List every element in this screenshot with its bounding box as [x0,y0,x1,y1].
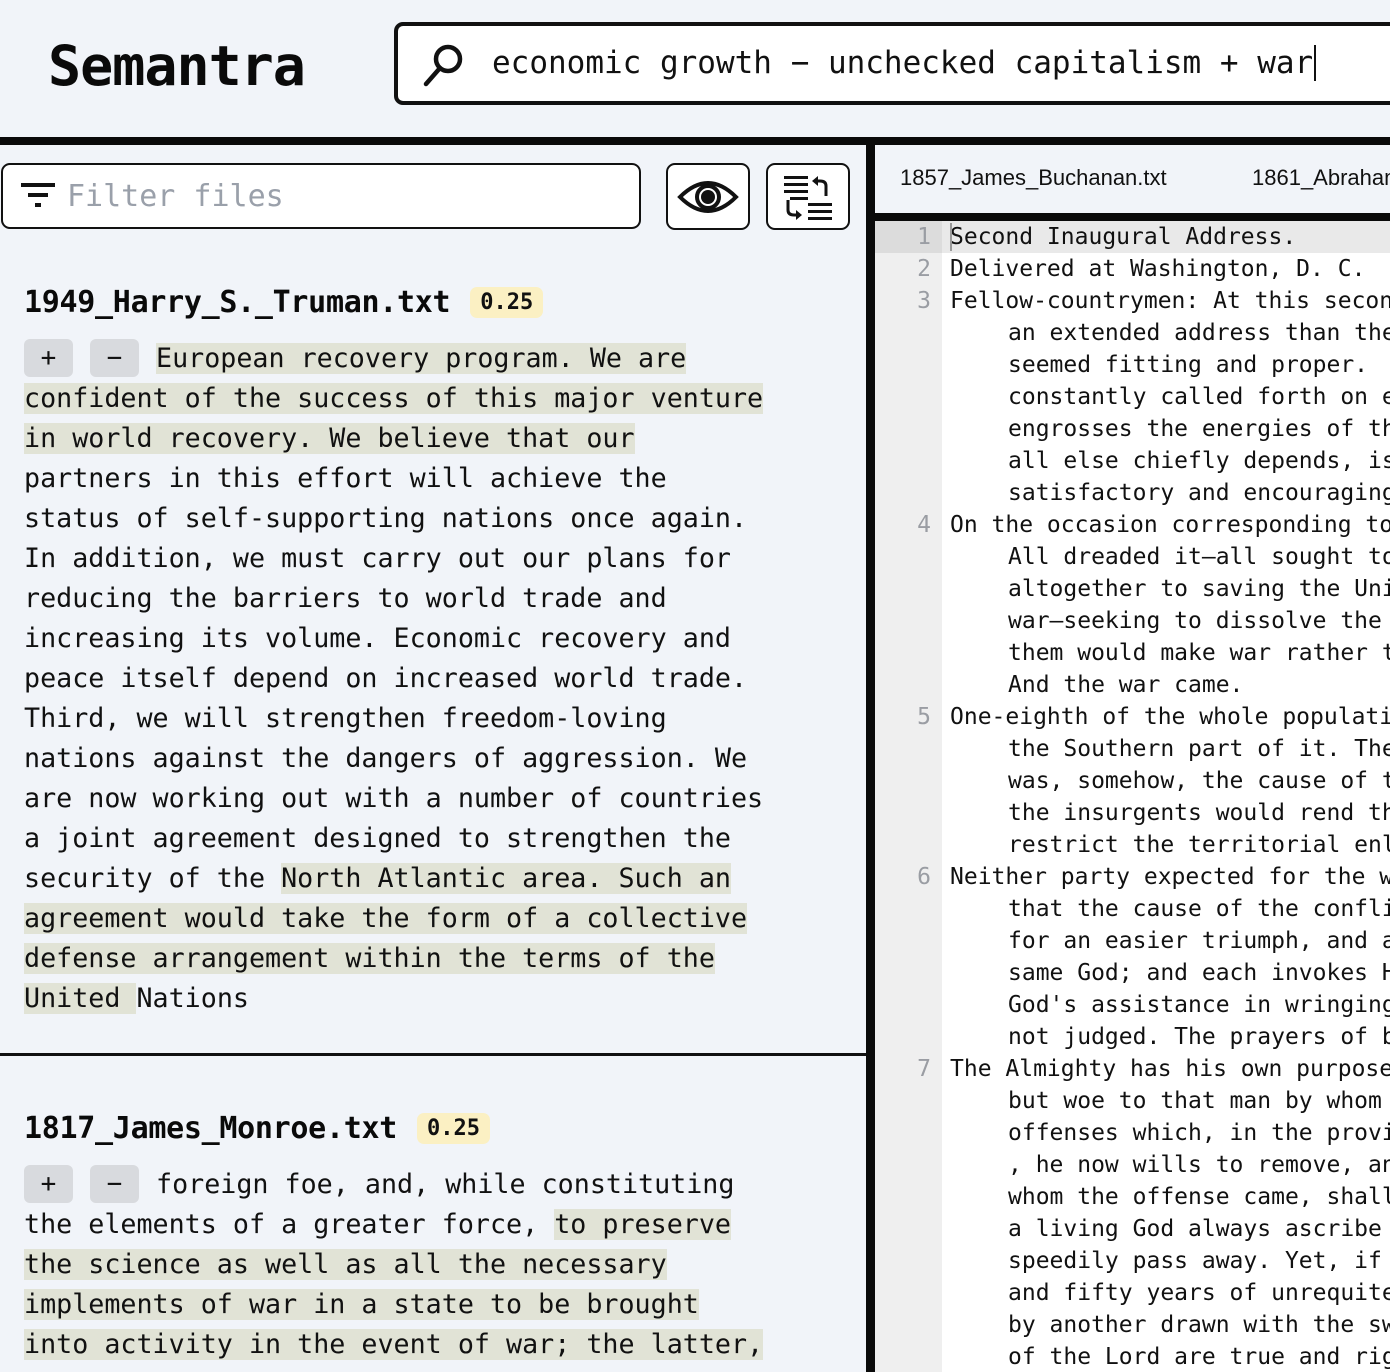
document-line-text: that the cause of the conflict might cea… [1008,896,1390,922]
document-line-text: Delivered at Washington, D. C. [950,256,1366,282]
document-line-text: Second Inaugural Address. [950,224,1297,250]
swap-lines-icon [784,175,832,220]
line-number: 2 [917,256,931,282]
file-tabs: 1857_James_Buchanan.txt 1861_Abraham_Lin… [875,145,1390,213]
document-line-text: engrosses the energies of the nation [1008,416,1390,442]
search-query: economic growth − unchecked capitalism +… [492,45,1314,81]
document-line-text: them would make war rather than let the … [1008,640,1390,666]
result-passage[interactable]: + − foreign foe, and, while constituting t… [24,1165,834,1365]
document-viewer[interactable]: 1 Second Inaugural Address. 2 Delivered at … [875,221,1390,1372]
document-line-text: of the Lord are true and righteous altog… [1008,1344,1390,1370]
document-line-text: seemed fitting and proper. [1008,352,1369,378]
result-passage[interactable]: + − European recovery program. We are conf… [24,339,834,1019]
header-divider [0,137,1390,145]
line-number: 3 [917,288,931,314]
line-number: 7 [917,1056,931,1082]
app-logo: Semantra [48,34,306,98]
document-line-text: God's assistance in wringing their bread [1008,992,1390,1018]
document-line-text: The Almighty has his own purposes. [950,1056,1390,1082]
swap-order-button[interactable] [766,163,850,230]
document-line-text: not judged. The prayers of both could no… [1008,1024,1390,1050]
result-header: 1949_Harry_S._Truman.txt 0.25 [24,267,544,337]
document-line-text: On the occasion corresponding to this fo… [950,512,1390,538]
line-number-gutter [875,221,942,1372]
document-line-text: , he now wills to remove, and that He gi… [1008,1152,1390,1178]
editor-cursor [950,223,952,251]
document-line-text: was, somehow, the cause of the war. [1008,768,1390,794]
document-line-text: speedily pass away. Yet, if God wills th… [1008,1248,1382,1274]
search-box[interactable]: economic growth − unchecked capitalism +… [394,22,1390,105]
preview-toggle-button[interactable] [666,163,750,230]
document-line-text: but woe to that man by whom the offense … [1008,1088,1382,1114]
document-panel: 1857_James_Buchanan.txt 1861_Abraham_Lin… [875,145,1390,1372]
result-filename[interactable]: 1949_Harry_S._Truman.txt [24,285,451,320]
document-line-text: offenses which, in the providence of God… [1008,1120,1390,1146]
result-divider [0,1053,866,1056]
results-panel: 1949_Harry_S._Truman.txt 0.25 +−European… [0,145,866,1372]
document-line-text: a living God always ascribe to Him? [1008,1216,1382,1242]
document-line-text: and fifty years of unrequited toil shall… [1008,1280,1390,1306]
search-icon [423,44,463,87]
document-line-text: Neither party expected for the war the m… [950,864,1390,890]
eye-icon [677,180,739,213]
document-line-text: all else chiefly depends, is as well kno… [1008,448,1390,474]
expand-plus-button[interactable]: + [24,1165,73,1203]
document-line-text: the insurgents would rend the Union [1008,800,1390,826]
document-line-text: the Southern part of it. These slaves co… [1008,736,1390,762]
document-line-text: whom the offense came, shall we discern … [1008,1184,1390,1210]
expand-plus-button[interactable]: + [24,339,73,377]
document-line-text: by another drawn with the sword [1008,1312,1390,1338]
filter-box[interactable] [1,163,641,229]
tab-file[interactable]: 1857_James_Buchanan.txt [900,165,1167,191]
document-line-text: And the war came. [1008,672,1244,698]
search-input[interactable]: economic growth − unchecked capitalism +… [492,26,1317,101]
document-line-text: One-eighth of the whole population were … [950,704,1390,730]
app-header: Semantra economic growth − unchecked cap… [0,0,1390,138]
document-line-text: war—seeking to dissolve the Union [1008,608,1382,634]
document-line-text: same God; and each invokes His aid again… [1008,960,1390,986]
filter-files-input[interactable] [67,169,627,223]
tabs-divider [875,213,1390,221]
tab-file[interactable]: 1861_Abraham_Lincoln.txt [1252,165,1390,191]
document-line-text: All dreaded it—all sought to avert it. [1008,544,1390,570]
text-caret [1314,44,1317,81]
document-line-text: satisfactory and encouraging to all. [1008,480,1390,506]
result-filename[interactable]: 1817_James_Monroe.txt [24,1111,397,1146]
panel-divider[interactable] [866,145,875,1372]
document-line-text: altogether to saving the Union without w… [1008,576,1390,602]
shrink-minus-button[interactable]: − [90,1165,139,1203]
filter-icon [21,183,55,207]
score-badge: 0.25 [417,1112,490,1144]
document-line-text: Fellow-countrymen: At this second appear… [950,288,1390,314]
document-line-text: constantly called forth on every point a… [1008,384,1390,410]
document-line-text: for an easier triumph, and a result less… [1008,928,1390,954]
line-number: 5 [917,704,931,730]
result-header: 1817_James_Monroe.txt 0.25 [24,1093,490,1163]
document-line-text: restrict the territorial enlargement of … [1008,832,1390,858]
passage-text: Nations [136,983,249,1014]
line-number: 1 [917,224,931,250]
shrink-minus-button[interactable]: − [90,339,139,377]
line-number: 4 [917,512,931,538]
line-number: 6 [917,864,931,890]
document-line-text: an extended address than there was at th… [1008,320,1390,346]
score-badge: 0.25 [470,286,544,318]
passage-text: partners in this effort will achieve the… [24,463,764,894]
